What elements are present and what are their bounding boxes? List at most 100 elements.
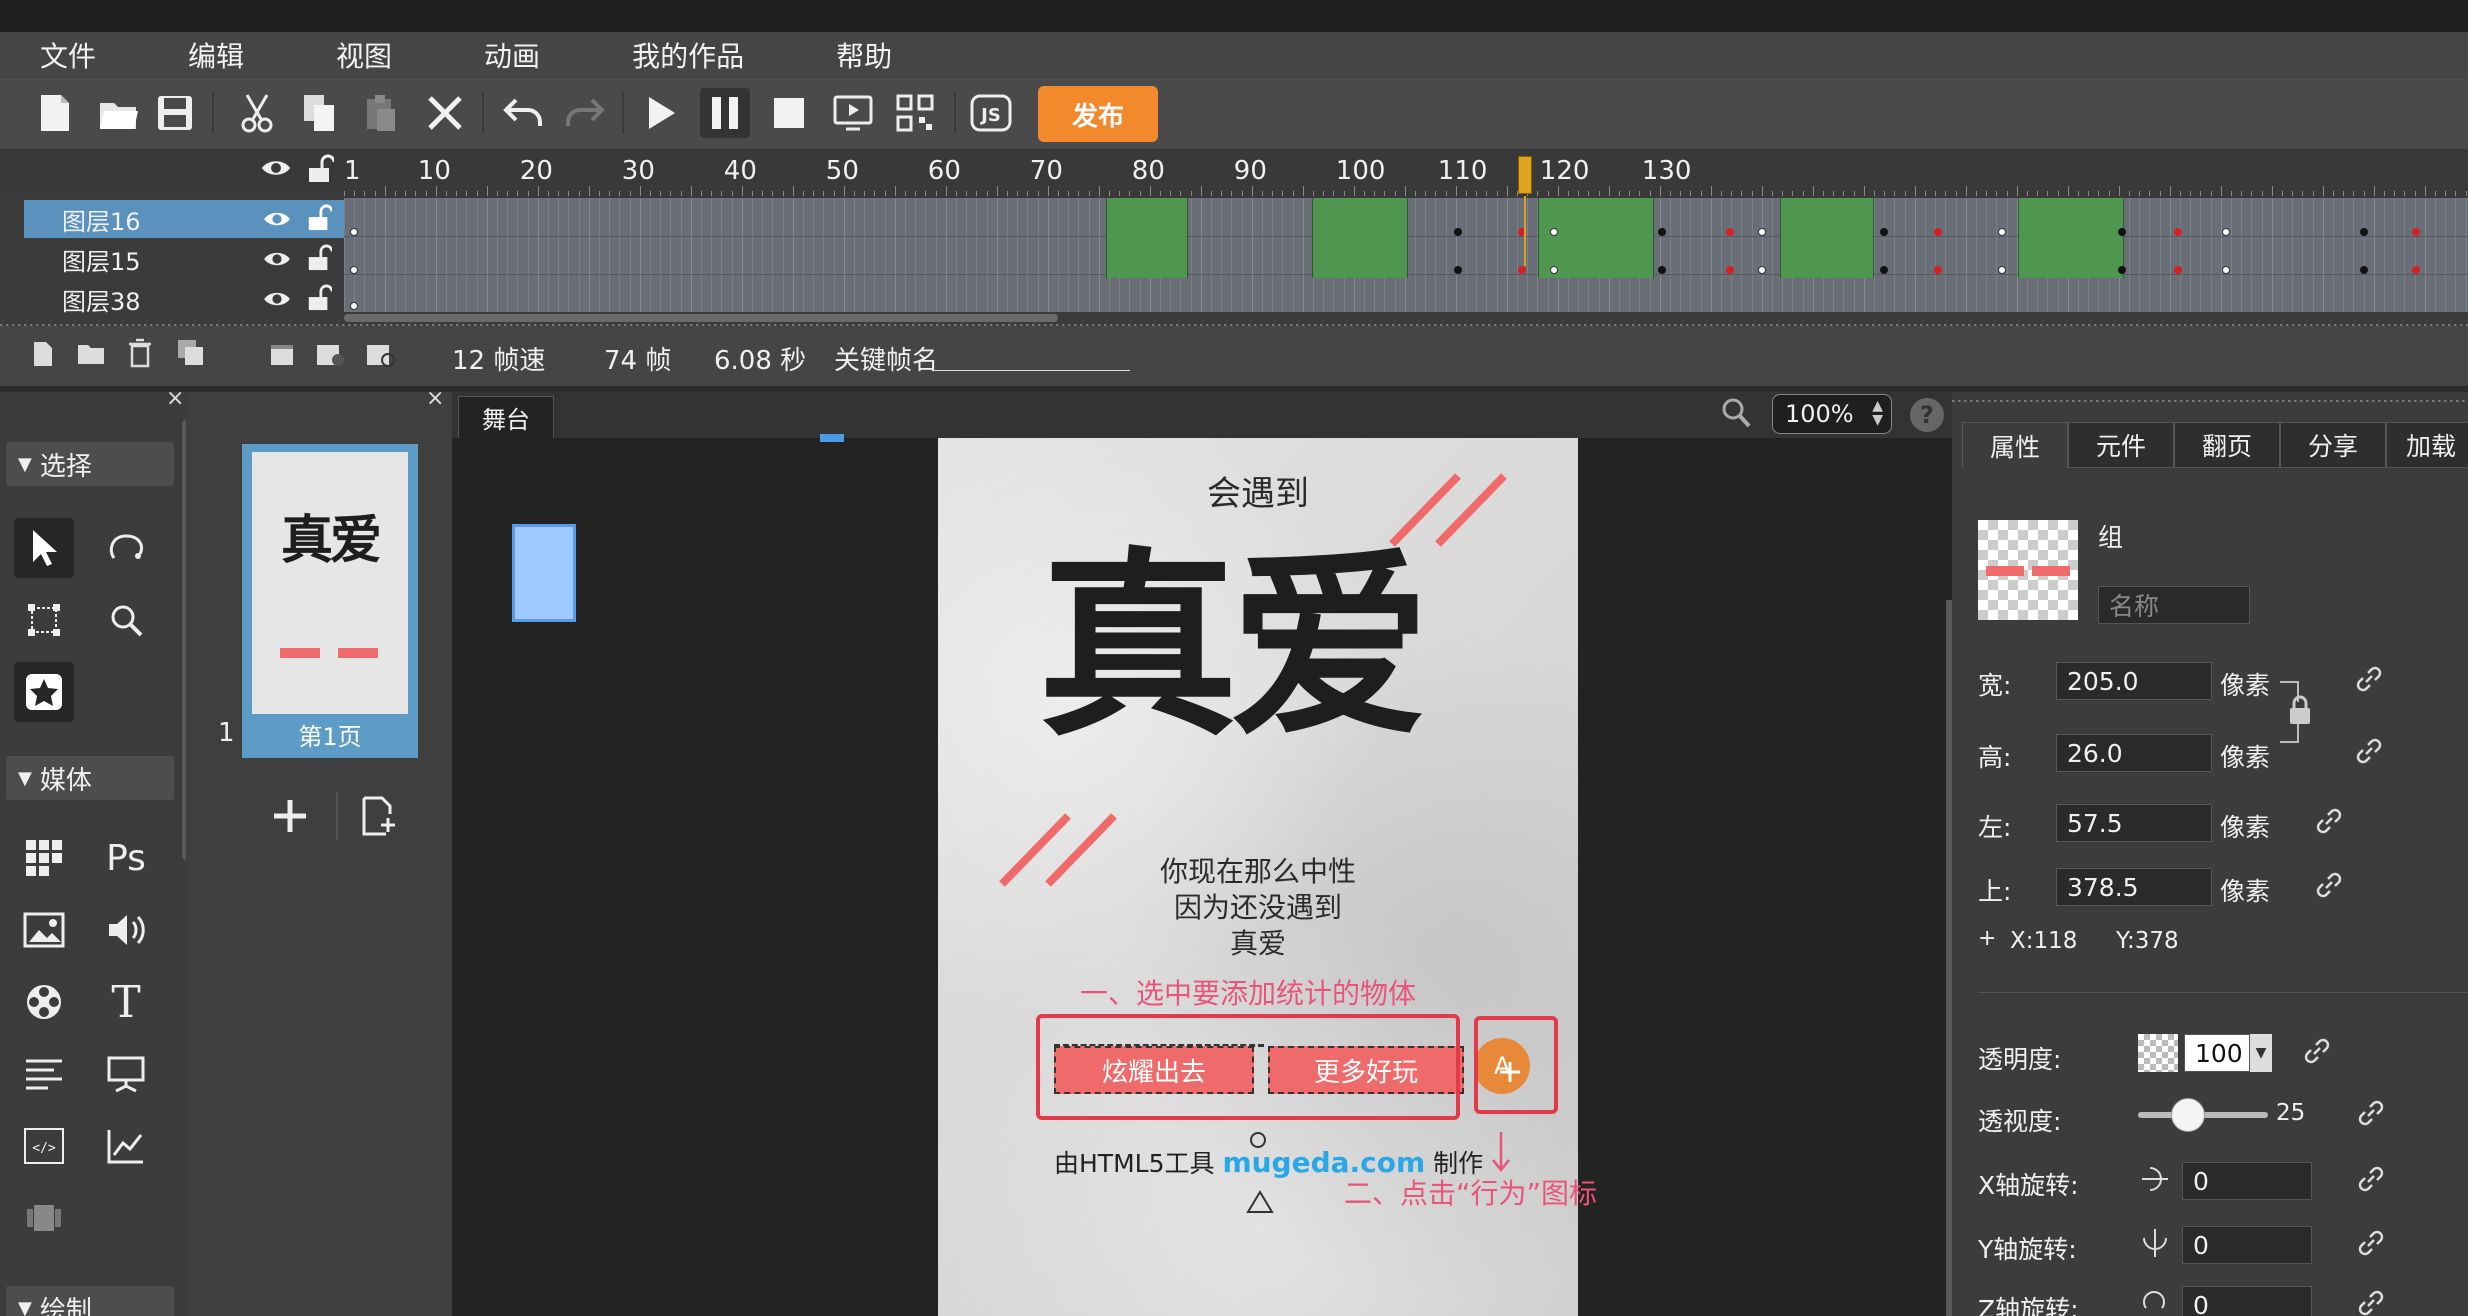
playhead-handle[interactable] bbox=[1518, 156, 1532, 194]
presentation-board-icon[interactable] bbox=[96, 1044, 156, 1104]
keyframe-dot[interactable] bbox=[1726, 228, 1734, 236]
delete-layer-trash-icon[interactable] bbox=[128, 338, 152, 368]
symbol-star-icon[interactable] bbox=[14, 662, 74, 722]
keyframe-dot[interactable] bbox=[1726, 266, 1734, 274]
grid-media-icon[interactable] bbox=[14, 828, 74, 888]
tween-block[interactable] bbox=[1312, 198, 1408, 278]
keyframe-dot[interactable] bbox=[2174, 266, 2182, 274]
menu-animation[interactable]: 动画 bbox=[444, 35, 540, 75]
copy-layer-icon[interactable] bbox=[176, 338, 206, 368]
width-input[interactable]: 205.0 bbox=[2056, 662, 2212, 700]
keyframe-dot[interactable] bbox=[1658, 228, 1666, 236]
stage-tab[interactable]: 舞台 bbox=[458, 396, 554, 438]
visibility-eye-icon[interactable] bbox=[260, 156, 292, 180]
menu-edit[interactable]: 编辑 bbox=[148, 35, 244, 75]
tab-properties[interactable]: 属性 bbox=[1962, 422, 2068, 468]
help-question-icon[interactable]: ? bbox=[1910, 398, 1944, 432]
keyframe-dot[interactable] bbox=[2222, 266, 2230, 274]
audio-speaker-icon[interactable] bbox=[96, 900, 156, 960]
stage-zoom-magnifier-icon[interactable] bbox=[1720, 396, 1752, 430]
keyframe-dot[interactable] bbox=[1880, 228, 1888, 236]
paragraph-lines-icon[interactable] bbox=[14, 1044, 74, 1104]
keyframe-dot[interactable] bbox=[1454, 266, 1462, 274]
link-chain-icon[interactable] bbox=[2354, 1286, 2388, 1316]
x-rotation-input[interactable]: 0 bbox=[2182, 1162, 2312, 1200]
keyframe-dot[interactable] bbox=[2360, 228, 2368, 236]
keyframe-dot[interactable] bbox=[2412, 266, 2420, 274]
save-icon[interactable] bbox=[150, 88, 200, 138]
select-arrow-icon[interactable] bbox=[14, 518, 74, 578]
cut-icon[interactable] bbox=[232, 88, 282, 138]
video-reel-icon[interactable] bbox=[14, 972, 74, 1032]
transform-icon[interactable] bbox=[14, 590, 74, 650]
pause-icon[interactable] bbox=[700, 88, 750, 138]
new-file-icon[interactable] bbox=[30, 88, 80, 138]
play-icon[interactable] bbox=[636, 88, 686, 138]
open-folder-icon[interactable] bbox=[94, 88, 144, 138]
insert-blank-keyframe-icon[interactable] bbox=[364, 340, 396, 368]
duplicate-page-icon[interactable] bbox=[356, 794, 400, 838]
keyframe-dot[interactable] bbox=[2412, 228, 2420, 236]
object-name-input[interactable]: 名称 bbox=[2098, 586, 2250, 624]
keyframe-dot[interactable] bbox=[1758, 228, 1766, 236]
keyframe-dot[interactable] bbox=[1454, 228, 1462, 236]
preview-screen-icon[interactable] bbox=[828, 88, 878, 138]
insert-frame-icon[interactable] bbox=[268, 340, 296, 368]
keyframe-dot[interactable] bbox=[1934, 266, 1942, 274]
slideshow-icon[interactable] bbox=[14, 1188, 74, 1248]
keyframe-dot[interactable] bbox=[1934, 228, 1942, 236]
redo-icon[interactable] bbox=[560, 88, 610, 138]
lasso-icon[interactable] bbox=[96, 518, 156, 578]
link-chain-icon[interactable] bbox=[2352, 734, 2386, 768]
timeline-scrollbar[interactable] bbox=[344, 314, 1058, 322]
keyframe-dot[interactable] bbox=[2118, 228, 2126, 236]
qr-code-icon[interactable] bbox=[890, 88, 940, 138]
image-icon[interactable] bbox=[14, 900, 74, 960]
keyframe-dot[interactable] bbox=[1658, 266, 1666, 274]
y-rotation-input[interactable]: 0 bbox=[2182, 1226, 2312, 1264]
expand-plus-icon[interactable]: + bbox=[1978, 926, 1996, 951]
keyframe-dot[interactable] bbox=[350, 266, 358, 274]
aspect-lock-icon[interactable] bbox=[2278, 680, 2322, 744]
menu-my-works[interactable]: 我的作品 bbox=[592, 35, 744, 75]
tool-panel-close-icon[interactable]: × bbox=[166, 386, 184, 411]
tween-block[interactable] bbox=[1106, 198, 1188, 278]
media-section-header[interactable]: ▼ 媒体 bbox=[6, 756, 174, 800]
perspective-slider-handle[interactable] bbox=[2170, 1098, 2205, 1132]
keyframe-dot[interactable] bbox=[1550, 266, 1558, 274]
new-layer-icon[interactable] bbox=[32, 340, 54, 368]
layer-row-16[interactable]: 图层16 bbox=[24, 200, 344, 238]
link-chain-icon[interactable] bbox=[2354, 1226, 2388, 1260]
keyframe-dot[interactable] bbox=[2174, 228, 2182, 236]
layer-eye-icon[interactable] bbox=[262, 248, 292, 270]
zoom-magnifier-icon[interactable] bbox=[96, 590, 156, 650]
keyframe-dot[interactable] bbox=[2118, 266, 2126, 274]
keyframe-dot[interactable] bbox=[1550, 228, 1558, 236]
stage-blue-object[interactable] bbox=[512, 524, 576, 622]
select-section-header[interactable]: ▼ 选择 bbox=[6, 442, 174, 486]
canvas-line-1[interactable]: 你现在那么中性 bbox=[938, 850, 1578, 890]
canvas-line-2[interactable]: 因为还没遇到 bbox=[938, 886, 1578, 926]
draw-section-header[interactable]: ▼ 绘制 bbox=[6, 1286, 174, 1316]
canvas-big-title[interactable]: 真爱 bbox=[1038, 548, 1430, 748]
frame-grid[interactable] bbox=[344, 198, 2468, 312]
menu-file[interactable]: 文件 bbox=[0, 35, 96, 75]
layer-row-15[interactable]: 图层15 bbox=[24, 240, 344, 278]
keyframe-dot[interactable] bbox=[1758, 266, 1766, 274]
timeline-ruler[interactable]: 1 10 20 30 40 50 60 70 80 90 100 110 120 130 bbox=[0, 150, 2468, 196]
photoshop-import-icon[interactable]: Ps bbox=[96, 828, 156, 888]
keyframe-name-input[interactable] bbox=[934, 370, 1130, 371]
tween-block[interactable] bbox=[2018, 198, 2124, 278]
left-input[interactable]: 57.5 bbox=[2056, 804, 2212, 842]
link-chain-icon[interactable] bbox=[2352, 662, 2386, 696]
layer-lock-icon[interactable] bbox=[306, 284, 332, 312]
layer-folder-icon[interactable] bbox=[76, 340, 106, 366]
page-thumbnail[interactable]: 真爱 第1页 bbox=[242, 444, 418, 758]
opacity-swatch[interactable] bbox=[2138, 1034, 2178, 1072]
layer-lock-icon[interactable] bbox=[306, 244, 332, 272]
copy-icon[interactable] bbox=[294, 88, 344, 138]
z-rotation-input[interactable]: 0 bbox=[2182, 1286, 2312, 1316]
tab-page-turn[interactable]: 翻页 bbox=[2174, 422, 2280, 468]
opacity-input[interactable]: 100 bbox=[2184, 1034, 2250, 1072]
layer-eye-icon[interactable] bbox=[262, 208, 292, 230]
